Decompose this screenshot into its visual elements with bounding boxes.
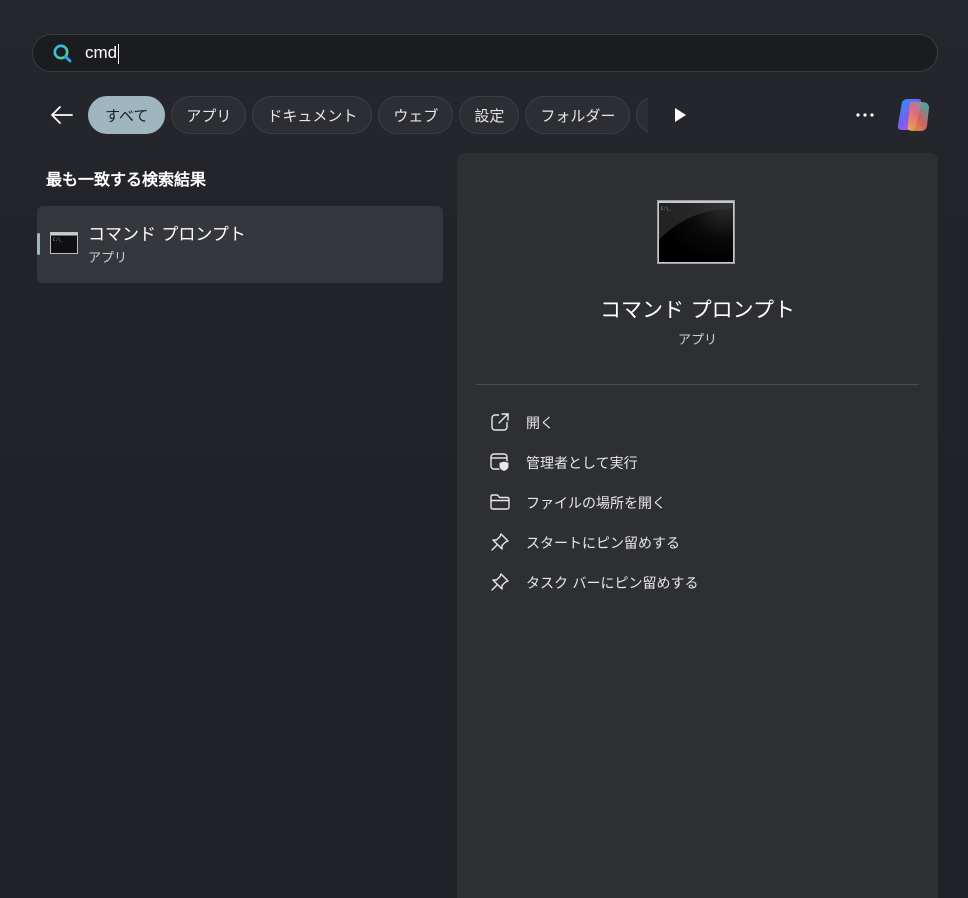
action-label: 管理者として実行 <box>526 456 638 472</box>
text-caret <box>118 43 120 64</box>
result-title: コマンド プロンプト <box>88 225 246 245</box>
action-label: タスク バーにピン留めする <box>526 576 699 592</box>
action-label: 開く <box>526 416 554 432</box>
svg-text:C:\_: C:\_ <box>53 237 63 242</box>
svg-text:C:\_: C:\_ <box>661 206 671 211</box>
search-input[interactable]: cmd <box>85 35 905 71</box>
back-arrow-icon[interactable] <box>44 98 80 132</box>
filter-chip-folders[interactable]: フォルダー <box>525 96 631 134</box>
terminal-icon: C:\_ <box>50 232 78 254</box>
action-pin-to-taskbar[interactable]: タスク バーにピン留めする <box>487 562 907 602</box>
filter-chip-documents[interactable]: ドキュメント <box>252 96 373 134</box>
filter-chips: すべてアプリドキュメントウェブ設定フォルダー写真 <box>88 96 648 136</box>
pin-icon <box>491 533 509 551</box>
copilot-icon[interactable] <box>894 96 934 134</box>
pin-icon <box>491 573 509 591</box>
action-list: 開く 管理者として実行 ファイルの場所を開く スタートにピン留めする タスク バ… <box>487 402 907 602</box>
start-search-window: cmd すべてアプリドキュメントウェブ設定フォルダー写真 <box>0 0 968 898</box>
divider <box>476 384 919 385</box>
best-match-heading: 最も一致する検索結果 <box>46 170 207 189</box>
more-options-icon[interactable] <box>850 104 880 126</box>
detail-subtitle: アプリ <box>677 333 717 348</box>
result-subtitle: アプリ <box>88 251 128 266</box>
open-external-icon <box>491 412 511 431</box>
filter-chip-apps[interactable]: アプリ <box>171 96 247 134</box>
action-label: スタートにピン留めする <box>526 536 680 552</box>
selection-indicator <box>37 233 40 255</box>
filter-chip-all[interactable]: すべて <box>88 96 166 134</box>
action-open[interactable]: 開く <box>487 402 907 442</box>
action-label: ファイルの場所を開く <box>526 496 666 512</box>
result-item-command-prompt[interactable]: C:\_ コマンド プロンプト アプリ <box>37 206 443 283</box>
search-bar[interactable]: cmd <box>32 34 938 72</box>
action-open-file-location[interactable]: ファイルの場所を開く <box>487 482 907 522</box>
admin-shield-icon <box>490 453 510 472</box>
detail-panel: C:\_ コマンド プロンプト アプリ 開く 管理者として実行 ファイルの場所を… <box>457 153 938 898</box>
filter-chip-settings[interactable]: 設定 <box>459 96 520 134</box>
filter-chip-photos[interactable]: 写真 <box>636 96 648 134</box>
detail-title: コマンド プロンプト <box>599 298 796 322</box>
folder-icon <box>490 494 510 510</box>
terminal-icon: C:\_ <box>657 200 735 264</box>
filter-chip-web[interactable]: ウェブ <box>378 96 454 134</box>
action-pin-to-start[interactable]: スタートにピン留めする <box>487 522 907 562</box>
action-run-as-admin[interactable]: 管理者として実行 <box>487 442 907 482</box>
search-icon <box>53 44 72 63</box>
scroll-right-icon[interactable] <box>670 104 690 126</box>
